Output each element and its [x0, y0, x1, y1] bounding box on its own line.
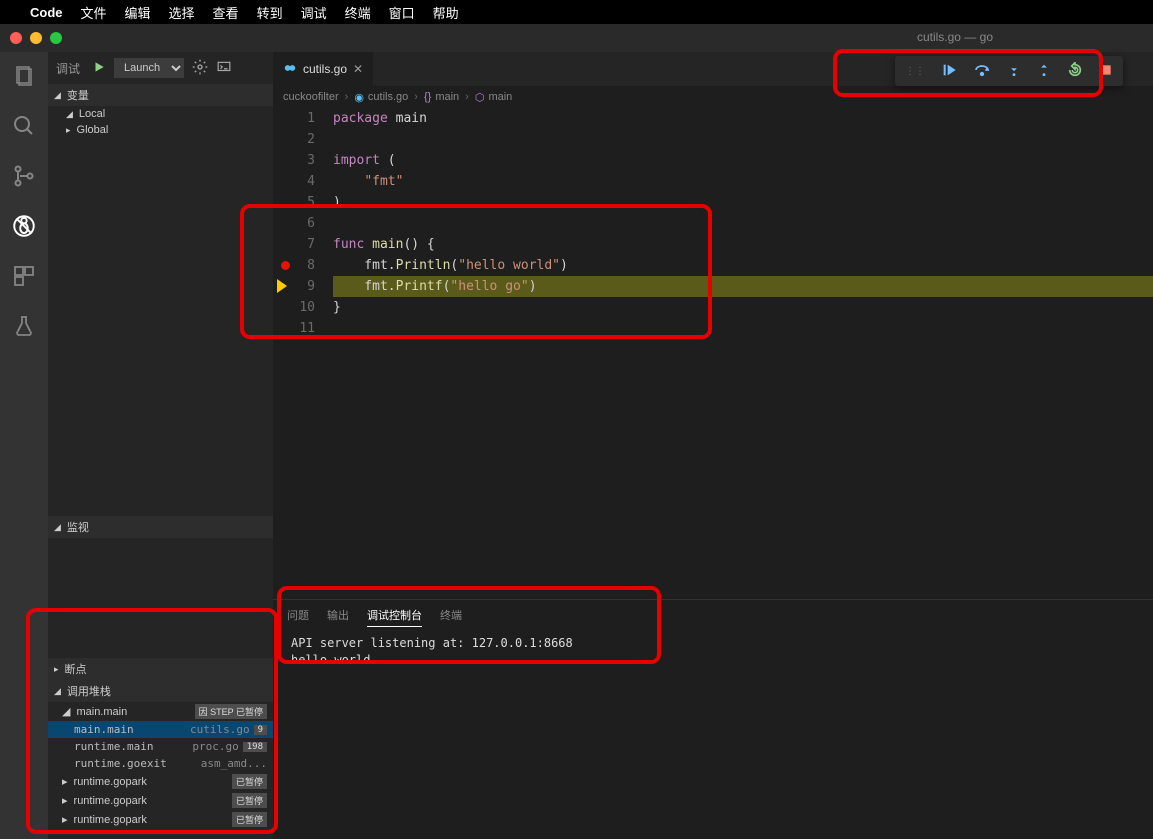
continue-icon[interactable] [941, 62, 957, 81]
editor-area: cutils.go ✕ cuckoofilter › ◉ cutils.go ›… [273, 52, 1153, 839]
breadcrumb-symbol[interactable]: ⬡ main [475, 91, 512, 104]
close-icon[interactable]: ✕ [353, 62, 363, 76]
menu-edit[interactable]: 编辑 [125, 3, 151, 22]
menu-go[interactable]: 转到 [257, 3, 283, 22]
restart-icon[interactable] [1067, 62, 1083, 81]
breadcrumb[interactable]: cuckoofilter › ◉ cutils.go › {} main › ⬡… [273, 86, 1153, 108]
callstack-body: ◢ main.main 因 STEP 已暂停 main.maincutils.g… [48, 702, 273, 839]
chevron-right-icon: ▸ [66, 125, 71, 136]
debug-icon[interactable] [10, 212, 38, 240]
stop-icon[interactable] [1099, 63, 1113, 80]
tab-label: cutils.go [303, 62, 347, 76]
callstack-frame[interactable]: runtime.mainproc.go198 [48, 738, 273, 755]
panel-tabs: 问题 输出 调试控制台 终端 [273, 600, 1153, 631]
variables-header[interactable]: ◢ 变量 [48, 84, 273, 106]
callstack-frame[interactable]: runtime.goexitasm_amd... [48, 755, 273, 772]
var-local[interactable]: ◢ Local [48, 106, 273, 122]
code-editor[interactable]: 1234567891011 package mainimport ( "fmt"… [273, 108, 1153, 599]
var-local-label: Local [79, 108, 105, 120]
menu-help[interactable]: 帮助 [433, 3, 459, 22]
watch-title: 监视 [67, 519, 89, 535]
var-global[interactable]: ▸ Global [48, 122, 273, 138]
menu-select[interactable]: 选择 [169, 3, 195, 22]
extensions-icon[interactable] [10, 262, 38, 290]
debug-sidebar: 调试 Launch ◢ 变量 ◢ Local ▸ Global [48, 52, 273, 839]
menu-window[interactable]: 窗口 [389, 3, 415, 22]
step-out-icon[interactable] [1037, 62, 1051, 81]
gear-icon[interactable] [192, 59, 208, 78]
callstack-group[interactable]: ▸runtime.gopark已暂停 [48, 791, 273, 810]
chevron-down-icon: ◢ [54, 90, 61, 101]
step-into-icon[interactable] [1007, 62, 1021, 81]
minimize-window-icon[interactable] [30, 32, 42, 44]
debug-toolbar-side: 调试 Launch [48, 52, 273, 84]
chevron-down-icon: ◢ [54, 686, 61, 697]
breadcrumb-folder[interactable]: cuckoofilter [283, 91, 339, 103]
callstack-header[interactable]: ◢ 调用堆栈 [48, 680, 273, 702]
source-control-icon[interactable] [10, 162, 38, 190]
debug-label: 调试 [56, 60, 80, 77]
titlebar: cutils.go — go [0, 24, 1153, 52]
console-line: hello world [291, 652, 1135, 669]
menu-view[interactable]: 查看 [213, 3, 239, 22]
start-debug-icon[interactable] [92, 60, 106, 77]
panel-tab-terminal[interactable]: 终端 [440, 604, 462, 627]
mac-menubar: Code 文件 编辑 选择 查看 转到 调试 终端 窗口 帮助 [0, 0, 1153, 24]
app-name[interactable]: Code [30, 5, 63, 20]
thread-name: main.main [76, 706, 127, 718]
callstack-group[interactable]: ▸runtime.gopark已暂停 [48, 810, 273, 829]
tab-cutils[interactable]: cutils.go ✕ [273, 52, 373, 86]
debug-console-icon[interactable] [216, 60, 232, 77]
variables-title: 变量 [67, 87, 89, 103]
breadcrumb-scope[interactable]: {} main [424, 91, 459, 103]
watch-header[interactable]: ◢ 监视 [48, 516, 273, 538]
debug-floating-toolbar[interactable]: ⋮⋮ [895, 56, 1123, 86]
grip-icon[interactable]: ⋮⋮ [905, 66, 925, 77]
code-lines[interactable]: package mainimport ( "fmt")func main() {… [333, 108, 1153, 599]
breakpoints-header[interactable]: ▸ 断点 [48, 658, 273, 680]
chevron-right-icon: ▸ [54, 664, 59, 675]
search-icon[interactable] [10, 112, 38, 140]
go-file-icon: ◉ [354, 91, 364, 104]
activity-bar [0, 52, 48, 839]
breakpoints-title: 断点 [65, 661, 87, 677]
close-window-icon[interactable] [10, 32, 22, 44]
launch-config-select[interactable]: Launch [114, 58, 184, 78]
callstack-frame[interactable]: main.maincutils.go9 [48, 721, 273, 738]
window-title: cutils.go — go [917, 30, 993, 44]
panel-tab-problems[interactable]: 问题 [287, 604, 309, 627]
maximize-window-icon[interactable] [50, 32, 62, 44]
traffic-lights [10, 32, 62, 44]
explorer-icon[interactable] [10, 62, 38, 90]
panel-tab-output[interactable]: 输出 [327, 604, 349, 627]
function-icon: ⬡ [475, 91, 485, 104]
namespace-icon: {} [424, 91, 431, 103]
menu-terminal[interactable]: 终端 [345, 3, 371, 22]
breadcrumb-file[interactable]: ◉ cutils.go [354, 91, 408, 104]
panel-tab-debug-console[interactable]: 调试控制台 [367, 604, 422, 627]
beaker-icon[interactable] [10, 312, 38, 340]
callstack-group[interactable]: ▸runtime.gopark已暂停 [48, 772, 273, 791]
chevron-down-icon: ◢ [66, 109, 73, 120]
thread-status: 因 STEP 已暂停 [195, 704, 267, 719]
menu-file[interactable]: 文件 [81, 3, 107, 22]
go-file-icon [283, 61, 297, 78]
callstack-thread[interactable]: ◢ main.main 因 STEP 已暂停 [48, 702, 273, 721]
console-line: API server listening at: 127.0.0.1:8668 [291, 635, 1135, 652]
menu-debug[interactable]: 调试 [301, 3, 327, 22]
chevron-down-icon: ◢ [62, 705, 70, 718]
bottom-panel: 问题 输出 调试控制台 终端 API server listening at: … [273, 599, 1153, 839]
gutter[interactable]: 1234567891011 [273, 108, 333, 599]
chevron-down-icon: ◢ [54, 522, 61, 533]
var-global-label: Global [77, 124, 109, 136]
debug-console-output[interactable]: API server listening at: 127.0.0.1:8668 … [273, 631, 1153, 839]
step-over-icon[interactable] [973, 62, 991, 81]
callstack-title: 调用堆栈 [67, 683, 111, 699]
